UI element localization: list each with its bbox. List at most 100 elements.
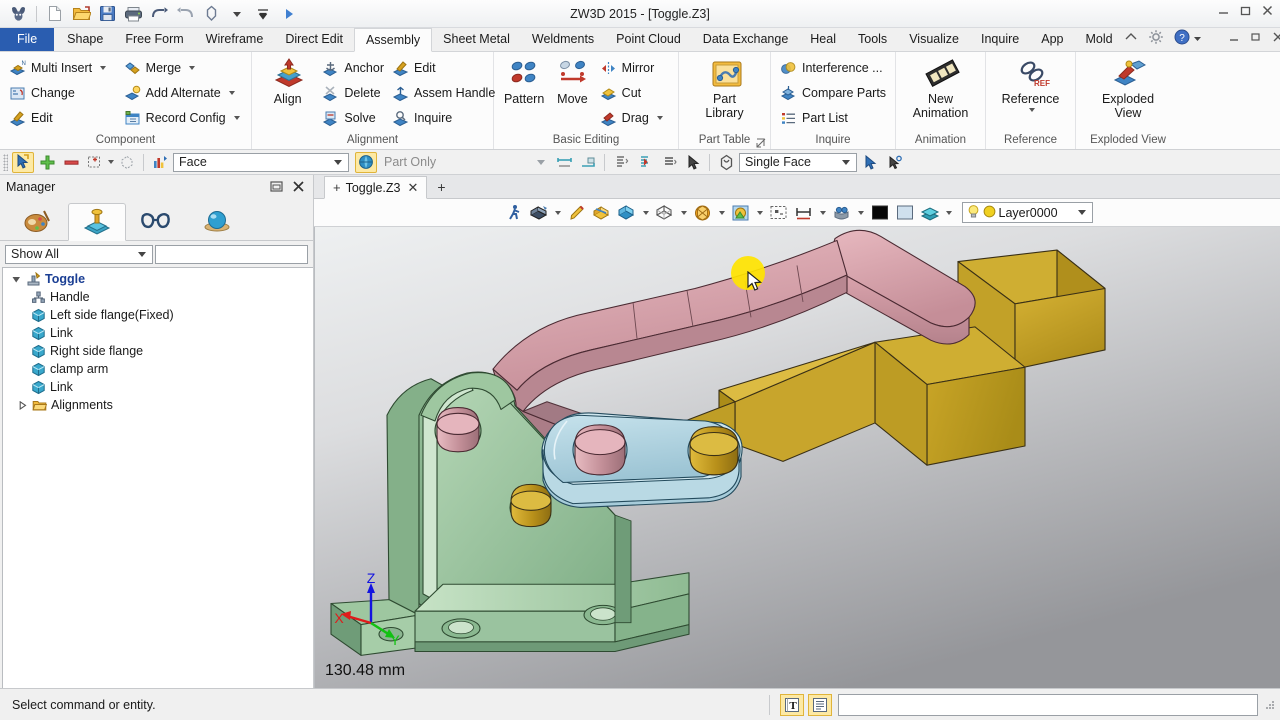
pick-arrow-icon[interactable] — [682, 152, 704, 173]
select-point-icon[interactable] — [883, 152, 905, 173]
help-icon[interactable]: ? — [1174, 29, 1190, 48]
box-select-icon[interactable] — [84, 152, 106, 173]
chevron-down-icon[interactable] — [842, 160, 850, 165]
remove-selection-icon[interactable] — [60, 152, 82, 173]
ribbon-button-align[interactable]: Align — [257, 56, 318, 106]
ribbon-button-edit-component[interactable]: Edit — [5, 106, 120, 130]
ribbon-button-solve[interactable]: Solve — [318, 106, 388, 130]
ribbon-button-inquire-alignment[interactable]: Inquire — [388, 106, 488, 130]
ribbon-button-merge[interactable]: Merge — [120, 56, 246, 80]
ribbon-button-assem-handle[interactable]: Assem Handle — [388, 81, 488, 105]
entity-filter-icon[interactable] — [149, 152, 171, 173]
ribbon-tab-visualize[interactable]: Visualize — [898, 28, 970, 51]
print-icon[interactable] — [121, 3, 145, 25]
measure-angle-icon[interactable] — [577, 152, 599, 173]
redo-icon[interactable] — [173, 3, 197, 25]
ribbon-tab-assembly[interactable]: Assembly — [354, 28, 432, 52]
manager-autohide-button[interactable] — [269, 179, 285, 195]
input-mode-icon[interactable]: T — [780, 694, 804, 716]
orient-icon[interactable] — [199, 3, 223, 25]
close-document-icon[interactable]: ✕ — [408, 180, 419, 196]
manager-filter-combo[interactable]: Show All — [5, 245, 153, 264]
tree-node-handle[interactable]: Handle — [3, 288, 313, 306]
document-tab-toggle[interactable]: + Toggle.Z3 ✕ — [324, 176, 427, 199]
help-chevron-down-icon[interactable] — [1193, 32, 1202, 46]
ribbon-button-record-config[interactable]: Record Config — [120, 106, 246, 130]
list-filter-3-icon[interactable] — [658, 152, 680, 173]
layer-stack-icon[interactable] — [918, 201, 942, 225]
ribbon-tab-app[interactable]: App — [1030, 28, 1074, 51]
help-group[interactable]: ? — [1174, 29, 1202, 48]
collapse-ribbon-icon[interactable] — [1124, 31, 1138, 46]
ribbon-tab-point-cloud[interactable]: Point Cloud — [605, 28, 692, 51]
ribbon-tab-free-form[interactable]: Free Form — [114, 28, 194, 51]
close-button[interactable] — [1261, 4, 1274, 17]
ribbon-button-mirror[interactable]: Mirror — [596, 56, 673, 80]
ribbon-tab-wireframe[interactable]: Wireframe — [195, 28, 275, 51]
ribbon-button-multi-insert[interactable]: N Multi Insert — [5, 56, 120, 80]
list-filter-1-icon[interactable] — [610, 152, 632, 173]
tree-node-left-side-flange[interactable]: Left side flange(Fixed) — [3, 306, 313, 324]
view-frame-icon[interactable] — [767, 201, 791, 225]
ribbon-button-part-list[interactable]: Part List — [776, 106, 890, 130]
ribbon-button-new-animation[interactable]: New Animation — [901, 56, 980, 120]
command-list-icon[interactable] — [808, 694, 832, 716]
ribbon-minimize-icon[interactable] — [1228, 31, 1240, 46]
viewport-layout-icon[interactable] — [830, 201, 854, 225]
chevron-down-icon[interactable] — [225, 3, 249, 25]
dialog-launcher-icon[interactable] — [756, 138, 767, 149]
ribbon-button-reference[interactable]: REF Reference — [991, 56, 1070, 112]
history-manager-tab[interactable] — [8, 202, 66, 240]
ribbon-tab-sheet-metal[interactable]: Sheet Metal — [432, 28, 521, 51]
light-bulb-icon[interactable] — [967, 204, 980, 222]
tree-node-right-side-flange[interactable]: Right side flange — [3, 342, 313, 360]
chevron-down-icon[interactable] — [138, 252, 146, 257]
wireframe-cube-icon[interactable] — [653, 201, 677, 225]
chevron-down-icon[interactable] — [1029, 108, 1035, 112]
highlight-icon[interactable] — [565, 201, 589, 225]
manager-close-button[interactable] — [291, 179, 307, 195]
tree-node-alignments[interactable]: Alignments — [3, 396, 313, 414]
ribbon-button-change[interactable]: Change — [5, 81, 120, 105]
ribbon-button-part-library[interactable]: Part Library — [685, 56, 765, 120]
dimension-icon[interactable] — [792, 201, 816, 225]
shaded-cube-icon[interactable] — [615, 201, 639, 225]
render-preview-icon[interactable] — [729, 201, 753, 225]
add-selection-icon[interactable] — [36, 152, 58, 173]
tree-collapse-icon[interactable] — [17, 400, 28, 411]
ribbon-button-move[interactable]: Move — [549, 56, 595, 106]
more-commands-icon[interactable] — [251, 3, 275, 25]
minimize-button[interactable] — [1217, 4, 1230, 17]
command-input[interactable] — [838, 694, 1258, 716]
face-mode-icon[interactable] — [715, 152, 737, 173]
new-document-tab-button[interactable]: + — [427, 176, 455, 198]
scope-toggle-icon[interactable] — [355, 152, 377, 173]
chevron-down-icon[interactable] — [100, 66, 106, 70]
scope-combo[interactable]: Part Only — [379, 153, 551, 172]
chevron-down-icon[interactable] — [189, 66, 195, 70]
toolbar-grip[interactable] — [3, 154, 8, 171]
ribbon-tab-weldments[interactable]: Weldments — [521, 28, 605, 51]
ribbon-button-compare-parts[interactable]: Compare Parts — [776, 81, 890, 105]
select-cursor-icon[interactable] — [859, 152, 881, 173]
chevron-down-icon[interactable] — [757, 211, 763, 215]
chevron-down-icon[interactable] — [537, 160, 545, 165]
ribbon-tab-tools[interactable]: Tools — [847, 28, 898, 51]
tree-node-link-2[interactable]: Link — [3, 378, 313, 396]
ribbon-button-edit-alignment[interactable]: Edit — [388, 56, 488, 80]
tree-node-clamp-arm[interactable]: clamp arm — [3, 360, 313, 378]
play-icon[interactable] — [277, 3, 301, 25]
walk-through-icon[interactable] — [502, 201, 526, 225]
ribbon-button-drag[interactable]: Drag — [596, 106, 673, 130]
chevron-down-icon[interactable] — [719, 211, 725, 215]
save-file-icon[interactable] — [95, 3, 119, 25]
manager-search-input[interactable] — [155, 245, 308, 264]
tree-expand-icon[interactable] — [11, 274, 22, 285]
ribbon-button-pattern[interactable]: Pattern — [499, 56, 549, 106]
ribbon-close-icon[interactable] — [1272, 31, 1280, 46]
resize-grip-icon[interactable] — [1264, 699, 1276, 711]
pick-filter-icon[interactable] — [12, 152, 34, 173]
color-sphere-icon[interactable] — [691, 201, 715, 225]
chevron-down-icon[interactable] — [858, 211, 864, 215]
ribbon-tab-direct-edit[interactable]: Direct Edit — [274, 28, 354, 51]
